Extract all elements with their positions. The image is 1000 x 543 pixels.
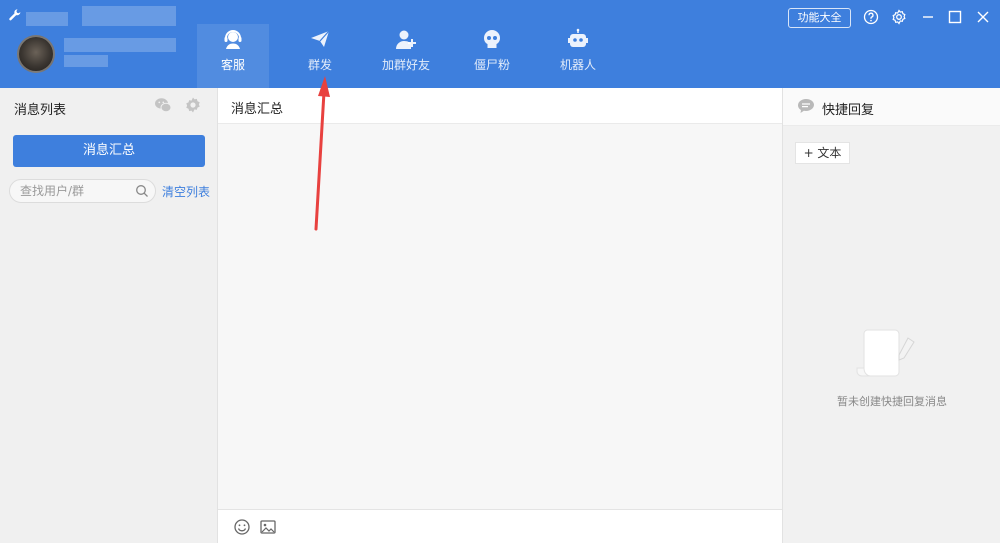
avatar[interactable] <box>17 35 55 73</box>
close-icon[interactable] <box>974 8 992 26</box>
minimize-icon[interactable] <box>919 8 937 26</box>
robot-icon <box>568 28 588 47</box>
tab-mass-send[interactable]: 群发 <box>284 24 356 88</box>
blurred-account-id-2 <box>64 55 108 67</box>
tab-label: 僵尸粉 <box>473 58 510 72</box>
blurred-username-2 <box>82 6 176 26</box>
tab-label: 机器人 <box>559 58 596 72</box>
tab-label: 客服 <box>220 58 245 72</box>
empty-state-text: 暂未创建快捷回复消息 <box>837 395 947 408</box>
top-header: 客服 群发 加群好友 僵尸粉 机器人 功能大全 <box>0 0 1000 88</box>
center-header: 消息汇总 <box>218 88 782 124</box>
skull-icon <box>484 30 500 48</box>
quick-reply-header: 快捷回复 <box>783 88 1000 126</box>
feature-list-button[interactable]: 功能大全 <box>788 8 851 28</box>
center-title: 消息汇总 <box>231 102 284 117</box>
blurred-account-id <box>64 38 176 52</box>
paper-plane-icon <box>311 30 330 47</box>
composer-toolbar <box>218 509 782 543</box>
tab-customer-service[interactable]: 客服 <box>197 24 269 88</box>
wechat-icon[interactable] <box>154 96 172 114</box>
maximize-icon[interactable] <box>946 8 964 26</box>
settings-icon[interactable] <box>890 8 908 26</box>
message-list-title: 消息列表 <box>14 103 67 118</box>
search-box <box>9 179 156 203</box>
tab-robot[interactable]: 机器人 <box>542 24 614 88</box>
search-icon[interactable] <box>135 184 149 198</box>
message-summary-panel: 消息汇总 <box>218 88 782 543</box>
empty-note-icon <box>856 329 915 377</box>
quick-reply-title: 快捷回复 <box>822 103 875 118</box>
message-summary-button[interactable]: 消息汇总 <box>13 135 205 167</box>
tab-label: 群发 <box>307 58 332 72</box>
chat-bubble-icon <box>798 99 814 113</box>
customer-service-icon <box>224 30 242 49</box>
quick-reply-panel: 快捷回复 + 文本 暂未创建快捷回复消息 <box>782 88 1000 543</box>
tab-add-group-friends[interactable]: 加群好友 <box>370 24 442 88</box>
tab-label: 加群好友 <box>381 58 430 72</box>
search-input[interactable] <box>20 183 130 199</box>
gear-icon[interactable] <box>184 96 202 114</box>
add-friend-icon <box>396 30 416 49</box>
help-icon[interactable] <box>862 8 880 26</box>
wrench-icon[interactable] <box>8 8 22 22</box>
clear-list-link[interactable]: 清空列表 <box>162 183 210 200</box>
emoji-icon[interactable] <box>233 518 251 536</box>
add-text-button[interactable]: + 文本 <box>795 142 850 164</box>
blurred-username <box>26 12 68 26</box>
image-icon[interactable] <box>259 518 277 536</box>
tab-zombie-fans[interactable]: 僵尸粉 <box>456 24 528 88</box>
message-list-panel: 消息列表 消息汇总 清空列表 <box>0 88 218 543</box>
